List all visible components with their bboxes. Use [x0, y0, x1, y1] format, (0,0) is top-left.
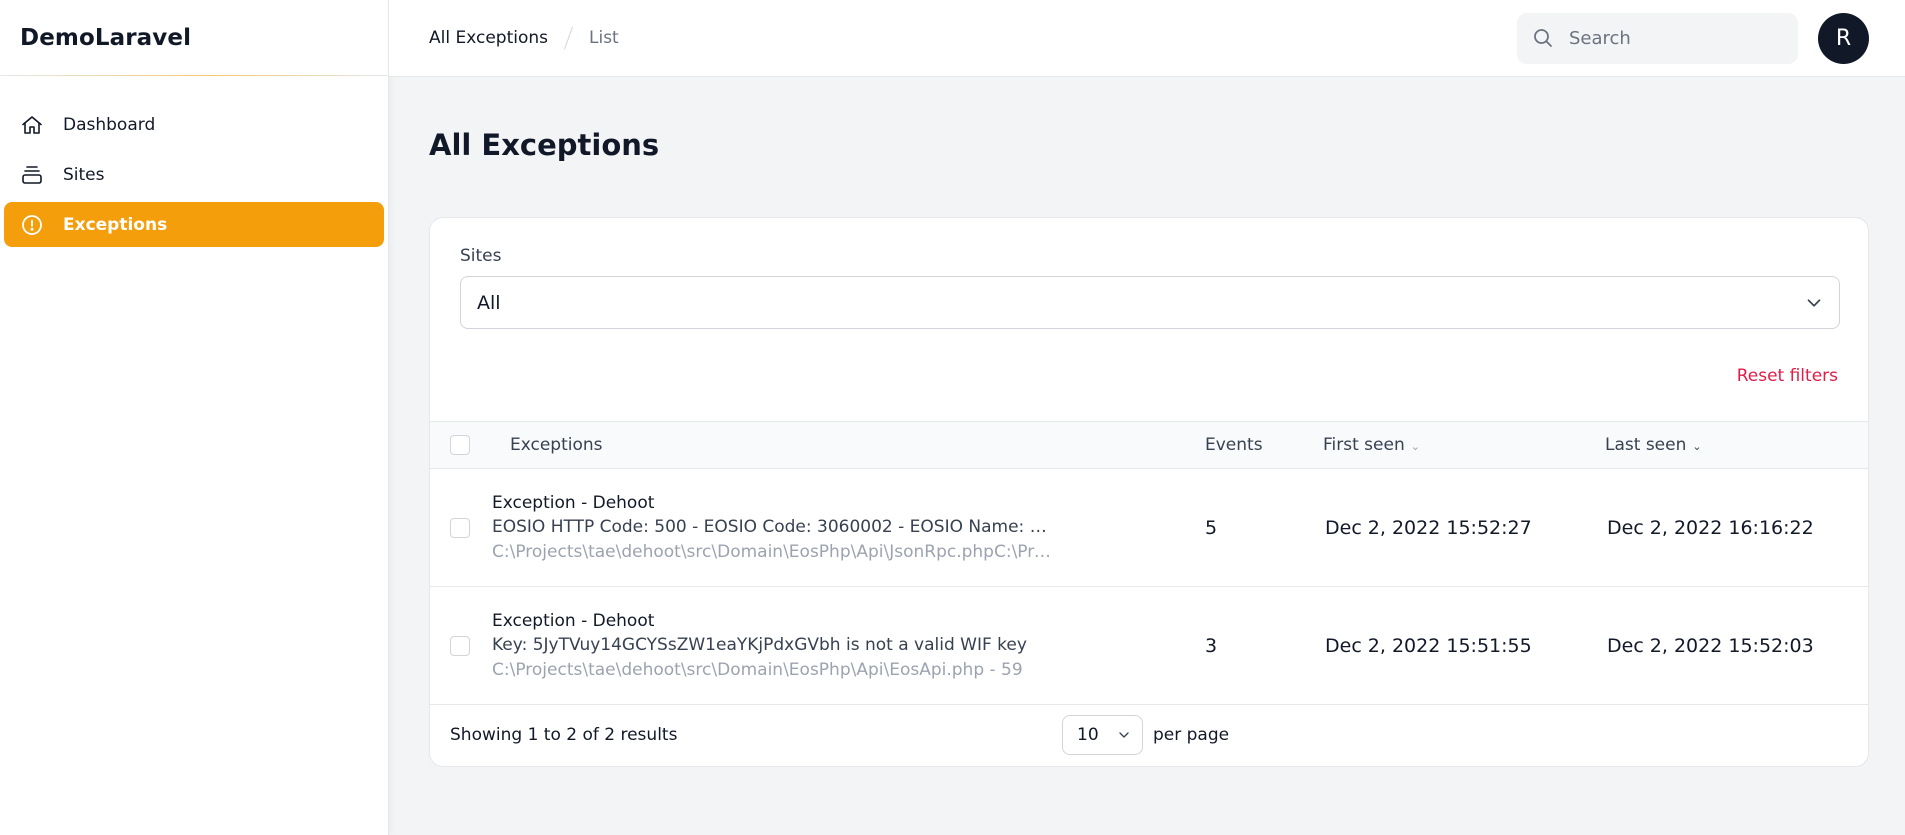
avatar[interactable]: R [1818, 12, 1869, 64]
sidebar-item-sites[interactable]: Sites [4, 152, 384, 197]
sidebar-item-label: Exceptions [63, 214, 168, 235]
table-header-row: Exceptions Events First seen ⌄ Last seen ⌄ [430, 421, 1868, 469]
global-search[interactable] [1517, 12, 1798, 64]
events-count: 5 [1205, 516, 1218, 539]
breadcrumb-separator [563, 26, 574, 50]
chevron-down-icon [1119, 732, 1129, 738]
filters: Sites All Reset filters [430, 218, 1868, 421]
home-icon [20, 113, 44, 137]
exclamation-circle-icon [20, 213, 44, 237]
exceptions-table: Exceptions Events First seen ⌄ Last seen ⌄ [430, 421, 1868, 705]
exception-title[interactable]: Exception - Dehoot [492, 609, 1205, 633]
first-seen: Dec 2, 2022 15:51:55 [1325, 634, 1532, 657]
pagination-footer: Showing 1 to 2 of 2 results 10 per page [430, 705, 1868, 765]
sidebar-nav: Dashboard Sites Exceptions [0, 77, 388, 247]
app-title[interactable]: DemoLaravel [0, 0, 388, 77]
chevron-down-icon [1807, 298, 1821, 307]
reset-filters-link[interactable]: Reset filters [1737, 366, 1838, 386]
sites-filter-label: Sites [460, 246, 502, 266]
exception-file: C:\Projects\tae\dehoot\src\Domain\EosPhp… [492, 541, 1052, 562]
events-count: 3 [1205, 634, 1218, 657]
row-checkbox[interactable] [450, 518, 470, 538]
exception-message: EOSIO HTTP Code: 500 - EOSIO Code: 30600… [492, 516, 1052, 537]
exception-file: C:\Projects\tae\dehoot\src\Domain\EosPhp… [492, 659, 1023, 680]
first-seen: Dec 2, 2022 15:52:27 [1325, 516, 1532, 539]
sidebar: DemoLaravel Dashboard Sites Exceptions [0, 0, 389, 835]
search-icon [1534, 29, 1552, 47]
last-seen: Dec 2, 2022 16:16:22 [1607, 516, 1814, 539]
search-input[interactable] [1569, 27, 1769, 49]
select-all-checkbox[interactable] [450, 435, 470, 455]
sites-filter-value: All [477, 291, 501, 314]
sites-filter-select[interactable]: All [460, 276, 1840, 329]
page-title: All Exceptions [429, 128, 660, 162]
sidebar-item-label: Sites [63, 164, 105, 185]
sort-chevron-icon: ⌄ [1410, 440, 1420, 453]
results-summary: Showing 1 to 2 of 2 results [450, 725, 678, 745]
last-seen: Dec 2, 2022 15:52:03 [1607, 634, 1814, 657]
breadcrumb: All Exceptions List [429, 26, 619, 50]
exception-message: Key: 5JyTVuy14GCYSsZW1eaYKjPdxGVbh is no… [492, 634, 1027, 655]
topbar: All Exceptions List R [389, 0, 1905, 77]
stack-icon [20, 163, 44, 187]
column-header-events: Events [1205, 435, 1263, 455]
table-row[interactable]: Exception - Dehoot EOSIO HTTP Code: 500 … [430, 469, 1868, 587]
per-page-select[interactable]: 10 [1062, 715, 1143, 755]
per-page-value: 10 [1077, 725, 1099, 745]
sort-chevron-icon: ⌄ [1692, 440, 1702, 453]
column-header-first-seen[interactable]: First seen ⌄ [1323, 422, 1605, 469]
sidebar-item-label: Dashboard [63, 114, 156, 135]
breadcrumb-item-all-exceptions[interactable]: All Exceptions [429, 28, 548, 48]
column-header-exceptions: Exceptions [510, 435, 603, 455]
table-row[interactable]: Exception - Dehoot Key: 5JyTVuy14GCYSsZW… [430, 587, 1868, 705]
per-page-label: per page [1153, 725, 1230, 745]
breadcrumb-item-list: List [589, 28, 619, 48]
exceptions-card: Sites All Reset filters Exceptions Event… [429, 217, 1869, 767]
exception-title[interactable]: Exception - Dehoot [492, 491, 1205, 515]
row-checkbox[interactable] [450, 636, 470, 656]
column-header-last-seen[interactable]: Last seen ⌄ [1605, 422, 1868, 469]
sidebar-item-exceptions[interactable]: Exceptions [4, 202, 384, 247]
sidebar-item-dashboard[interactable]: Dashboard [4, 102, 384, 147]
